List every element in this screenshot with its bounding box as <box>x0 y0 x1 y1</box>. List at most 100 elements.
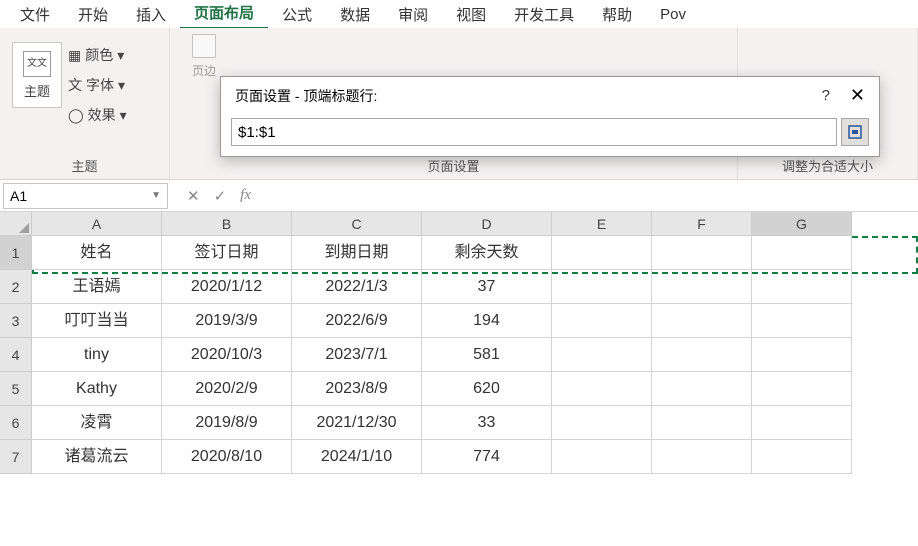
formula-input[interactable] <box>267 194 918 198</box>
cell[interactable] <box>752 406 852 440</box>
menu-help[interactable]: 帮助 <box>588 0 646 29</box>
cell[interactable] <box>752 372 852 406</box>
row-header-2[interactable]: 2 <box>0 270 32 304</box>
name-box-value: A1 <box>10 188 27 204</box>
cell[interactable]: 2022/6/9 <box>292 304 422 338</box>
theme-colors-button[interactable]: ▦ 颜色 ▾ <box>64 42 131 68</box>
row-header-5[interactable]: 5 <box>0 372 32 406</box>
dialog-help-button[interactable]: ? <box>822 87 830 104</box>
spreadsheet-grid[interactable]: A B C D E F G 1姓名签订日期到期日期剩余天数2王语嫣2020/1/… <box>0 212 918 474</box>
cell[interactable] <box>652 236 752 270</box>
menu-page-layout[interactable]: 页面布局 <box>180 0 268 30</box>
cell[interactable]: 2021/12/30 <box>292 406 422 440</box>
cell[interactable]: 620 <box>422 372 552 406</box>
cell[interactable]: 签订日期 <box>162 236 292 270</box>
menu-file[interactable]: 文件 <box>6 0 64 29</box>
cell[interactable]: 剩余天数 <box>422 236 552 270</box>
cell[interactable]: 2019/3/9 <box>162 304 292 338</box>
cell[interactable] <box>552 406 652 440</box>
cell[interactable]: 194 <box>422 304 552 338</box>
select-all-corner[interactable] <box>0 212 32 236</box>
col-header-G[interactable]: G <box>752 212 852 236</box>
cell[interactable]: 2022/1/3 <box>292 270 422 304</box>
cell[interactable]: 姓名 <box>32 236 162 270</box>
cell[interactable]: 诸葛流云 <box>32 440 162 474</box>
table-row: 6凌霄2019/8/92021/12/3033 <box>0 406 918 440</box>
cell[interactable] <box>652 338 752 372</box>
title-rows-input[interactable] <box>231 118 837 146</box>
cell[interactable] <box>552 372 652 406</box>
cell[interactable] <box>752 270 852 304</box>
cell[interactable]: 2023/7/1 <box>292 338 422 372</box>
col-header-A[interactable]: A <box>32 212 162 236</box>
cell[interactable]: 2019/8/9 <box>162 406 292 440</box>
row-header-6[interactable]: 6 <box>0 406 32 440</box>
cell[interactable]: 2020/8/10 <box>162 440 292 474</box>
cell[interactable]: 33 <box>422 406 552 440</box>
theme-fonts-button[interactable]: 文 字体 ▾ <box>64 72 131 98</box>
formula-bar: A1 ▼ ✕ ✓ fx <box>0 180 918 212</box>
cell[interactable] <box>552 270 652 304</box>
col-header-F[interactable]: F <box>652 212 752 236</box>
row-header-7[interactable]: 7 <box>0 440 32 474</box>
ribbon-group-themes: 文文 主题 ▦ 颜色 ▾ 文 字体 ▾ ◯ 效果 ▾ <box>0 28 170 179</box>
menu-data[interactable]: 数据 <box>326 0 384 29</box>
cell[interactable]: 2020/10/3 <box>162 338 292 372</box>
cancel-formula-button[interactable]: ✕ <box>187 187 200 205</box>
margins-button[interactable]: 页边 <box>180 34 228 79</box>
cell[interactable] <box>552 338 652 372</box>
cell[interactable] <box>652 372 752 406</box>
dialog-close-button[interactable]: ✕ <box>850 85 865 106</box>
row-header-4[interactable]: 4 <box>0 338 32 372</box>
cell[interactable]: 2020/2/9 <box>162 372 292 406</box>
name-box[interactable]: A1 ▼ <box>3 183 168 209</box>
cell[interactable] <box>752 304 852 338</box>
cell[interactable]: Kathy <box>32 372 162 406</box>
table-row: 2王语嫣2020/1/122022/1/337 <box>0 270 918 304</box>
menu-view[interactable]: 视图 <box>442 0 500 29</box>
themes-button[interactable]: 文文 主题 <box>12 42 62 108</box>
menu-pov[interactable]: Pov <box>646 2 700 27</box>
cell[interactable]: 774 <box>422 440 552 474</box>
cell[interactable] <box>652 406 752 440</box>
row-header-1[interactable]: 1 <box>0 236 32 270</box>
menu-insert[interactable]: 插入 <box>122 0 180 29</box>
col-header-D[interactable]: D <box>422 212 552 236</box>
menu-developer[interactable]: 开发工具 <box>500 0 588 29</box>
cell[interactable]: tiny <box>32 338 162 372</box>
col-header-C[interactable]: C <box>292 212 422 236</box>
table-row: 5Kathy2020/2/92023/8/9620 <box>0 372 918 406</box>
cell[interactable] <box>752 440 852 474</box>
chevron-down-icon[interactable]: ▼ <box>151 190 161 201</box>
menu-formulas[interactable]: 公式 <box>268 0 326 29</box>
cell[interactable] <box>552 304 652 338</box>
cell[interactable]: 37 <box>422 270 552 304</box>
menu-review[interactable]: 审阅 <box>384 0 442 29</box>
cell[interactable] <box>552 236 652 270</box>
cell[interactable]: 到期日期 <box>292 236 422 270</box>
col-header-E[interactable]: E <box>552 212 652 236</box>
dialog-title: 页面设置 - 顶端标题行: <box>235 86 377 106</box>
cell[interactable]: 2020/1/12 <box>162 270 292 304</box>
theme-effects-button[interactable]: ◯ 效果 ▾ <box>64 102 131 128</box>
cell[interactable]: 凌霄 <box>32 406 162 440</box>
cell[interactable] <box>752 338 852 372</box>
collapse-dialog-button[interactable] <box>841 118 869 146</box>
cell[interactable]: 2023/8/9 <box>292 372 422 406</box>
row-header-3[interactable]: 3 <box>0 304 32 338</box>
cell[interactable] <box>652 304 752 338</box>
insert-function-button[interactable]: fx <box>240 187 251 204</box>
cell[interactable]: 581 <box>422 338 552 372</box>
chevron-down-icon: ▾ <box>118 77 125 94</box>
cell[interactable] <box>752 236 852 270</box>
confirm-formula-button[interactable]: ✓ <box>214 187 227 205</box>
cell[interactable]: 叮叮当当 <box>32 304 162 338</box>
menu-home[interactable]: 开始 <box>64 0 122 29</box>
col-header-B[interactable]: B <box>162 212 292 236</box>
cell[interactable] <box>552 440 652 474</box>
cell[interactable]: 2024/1/10 <box>292 440 422 474</box>
cell[interactable] <box>652 440 752 474</box>
ribbon-menubar: 文件 开始 插入 页面布局 公式 数据 审阅 视图 开发工具 帮助 Pov <box>0 0 918 28</box>
cell[interactable] <box>652 270 752 304</box>
cell[interactable]: 王语嫣 <box>32 270 162 304</box>
